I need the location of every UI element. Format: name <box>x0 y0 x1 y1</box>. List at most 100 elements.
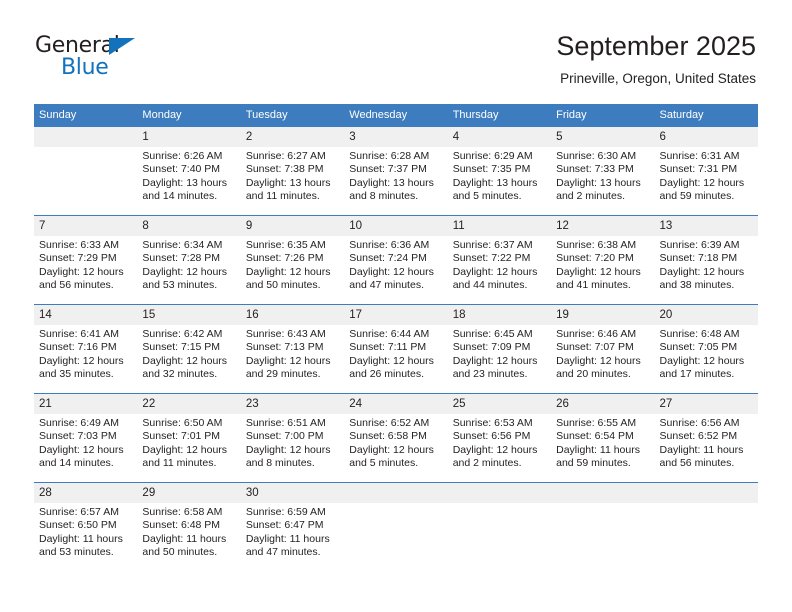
calendar-day-cell[interactable]: 14 Sunrise: 6:41 AM Sunset: 7:16 PM Dayligh… <box>34 304 138 394</box>
generalblue-logo[interactable]: General Blue <box>35 34 155 82</box>
day-number: 26 <box>551 394 655 414</box>
calendar-day-cell[interactable]: 24 Sunrise: 6:52 AM Sunset: 6:58 PM Dayligh… <box>344 393 448 483</box>
daylight-duration-line2: and 23 minutes. <box>452 368 528 381</box>
day-number: 5 <box>551 127 655 147</box>
calendar-day-cell[interactable]: 23 Sunrise: 6:51 AM Sunset: 7:00 PM Dayligh… <box>240 393 345 483</box>
daylight-duration-line1: Daylight: 12 hours <box>142 265 228 278</box>
calendar-day-cell[interactable]: 26 Sunrise: 6:55 AM Sunset: 6:54 PM Dayligh… <box>551 393 655 483</box>
day-number: 28 <box>34 483 138 503</box>
calendar-day-cell[interactable]: 15 Sunrise: 6:42 AM Sunset: 7:15 PM Dayligh… <box>137 304 241 394</box>
day-cell-inner: 6 Sunrise: 6:31 AM Sunset: 7:31 PM Daylight… <box>654 127 758 215</box>
daylight-duration-line2: and 56 minutes. <box>39 279 114 292</box>
calendar-day-cell[interactable]: 17 Sunrise: 6:44 AM Sunset: 7:11 PM Dayligh… <box>344 304 448 394</box>
sunrise-time: Sunrise: 6:39 AM <box>659 239 740 251</box>
calendar-day-cell[interactable]: 7 Sunrise: 6:33 AM Sunset: 7:29 PM Daylight… <box>34 215 138 305</box>
calendar-day-cell[interactable]: 1 Sunrise: 6:26 AM Sunset: 7:40 PM Daylight… <box>137 127 241 216</box>
calendar-day-cell[interactable]: 11 Sunrise: 6:37 AM Sunset: 7:22 PM Dayligh… <box>447 215 552 305</box>
sunrise-time: Sunrise: 6:29 AM <box>452 150 533 162</box>
day-sun-details: Sunrise: 6:34 AM Sunset: 7:28 PM Daylight:… <box>137 236 240 293</box>
calendar-day-cell[interactable]: 5 Sunrise: 6:30 AM Sunset: 7:33 PM Daylight… <box>551 127 655 216</box>
day-cell-inner: 28 Sunrise: 6:57 AM Sunset: 6:50 PM Dayligh… <box>34 483 138 571</box>
sunrise-time: Sunrise: 6:27 AM <box>245 150 326 162</box>
calendar-day-cell[interactable]: 9 Sunrise: 6:35 AM Sunset: 7:26 PM Daylight… <box>240 215 345 305</box>
day-sun-details: Sunrise: 6:30 AM Sunset: 7:33 PM Daylight:… <box>551 147 654 204</box>
day-number: 3 <box>344 127 448 147</box>
calendar-day-cell[interactable]: 8 Sunrise: 6:34 AM Sunset: 7:28 PM Daylight… <box>137 215 241 305</box>
daylight-duration-line1: Daylight: 12 hours <box>39 265 124 278</box>
day-sun-details: Sunrise: 6:45 AM Sunset: 7:09 PM Daylight:… <box>448 325 551 382</box>
calendar-day-cell[interactable]: 20 Sunrise: 6:48 AM Sunset: 7:05 PM Dayligh… <box>654 304 758 394</box>
day-number: 17 <box>344 305 448 325</box>
day-cell-inner <box>551 483 655 571</box>
day-cell-inner <box>447 483 552 571</box>
daylight-duration-line2: and 17 minutes. <box>659 368 735 381</box>
calendar-day-cell[interactable]: 25 Sunrise: 6:53 AM Sunset: 6:56 PM Dayligh… <box>447 393 552 483</box>
daylight-duration-line1: Daylight: 12 hours <box>142 354 228 367</box>
daylight-duration-line2: and 14 minutes. <box>39 457 114 470</box>
day-number: 10 <box>344 216 448 236</box>
calendar-day-cell[interactable]: 29 Sunrise: 6:58 AM Sunset: 6:48 PM Dayligh… <box>137 482 241 571</box>
calendar-day-cell[interactable]: 4 Sunrise: 6:29 AM Sunset: 7:35 PM Daylight… <box>447 127 552 216</box>
day-cell-inner: 9 Sunrise: 6:35 AM Sunset: 7:26 PM Daylight… <box>240 216 345 304</box>
day-sun-details: Sunrise: 6:35 AM Sunset: 7:26 PM Daylight:… <box>241 236 344 293</box>
day-number: 14 <box>34 305 138 325</box>
calendar-day-cell[interactable]: 22 Sunrise: 6:50 AM Sunset: 7:01 PM Dayligh… <box>137 393 241 483</box>
calendar-day-cell[interactable]: 18 Sunrise: 6:45 AM Sunset: 7:09 PM Dayligh… <box>447 304 552 394</box>
calendar-day-cell[interactable]: 6 Sunrise: 6:31 AM Sunset: 7:31 PM Daylight… <box>654 127 758 216</box>
calendar-day-cell[interactable]: 12 Sunrise: 6:38 AM Sunset: 7:20 PM Dayligh… <box>551 215 655 305</box>
calendar-day-cell[interactable]: 27 Sunrise: 6:56 AM Sunset: 6:52 PM Dayligh… <box>654 393 758 483</box>
day-cell-inner: 14 Sunrise: 6:41 AM Sunset: 7:16 PM Dayligh… <box>34 305 138 393</box>
day-cell-inner: 26 Sunrise: 6:55 AM Sunset: 6:54 PM Dayligh… <box>551 394 655 482</box>
weekday-header-saturday: Saturday <box>654 104 758 127</box>
day-number: 4 <box>447 127 552 147</box>
calendar-day-cell[interactable]: 30 Sunrise: 6:59 AM Sunset: 6:47 PM Dayligh… <box>240 482 345 571</box>
daylight-duration-line1: Daylight: 12 hours <box>142 443 228 456</box>
sunset-time: Sunset: 6:52 PM <box>659 430 738 443</box>
calendar-day-cell[interactable]: 16 Sunrise: 6:43 AM Sunset: 7:13 PM Dayligh… <box>240 304 345 394</box>
daylight-duration-line2: and 38 minutes. <box>659 279 735 292</box>
sunrise-time: Sunrise: 6:43 AM <box>245 328 326 340</box>
daylight-duration-line1: Daylight: 13 hours <box>452 176 538 189</box>
day-sun-details: Sunrise: 6:56 AM Sunset: 6:52 PM Daylight:… <box>655 414 758 471</box>
sunrise-time: Sunrise: 6:48 AM <box>659 328 740 340</box>
day-cell-inner <box>344 483 448 571</box>
day-cell-inner: 7 Sunrise: 6:33 AM Sunset: 7:29 PM Daylight… <box>34 216 138 304</box>
sunset-time: Sunset: 7:01 PM <box>142 430 221 443</box>
day-number: 18 <box>447 305 552 325</box>
calendar-week-row: 14 Sunrise: 6:41 AM Sunset: 7:16 PM Dayligh… <box>34 304 758 394</box>
sunset-time: Sunset: 7:05 PM <box>659 341 738 354</box>
page-title: September 2025 <box>556 31 756 61</box>
daylight-duration-line2: and 5 minutes. <box>452 190 522 203</box>
sunrise-time: Sunrise: 6:34 AM <box>142 239 223 251</box>
calendar-day-cell[interactable]: 19 Sunrise: 6:46 AM Sunset: 7:07 PM Dayligh… <box>551 304 655 394</box>
sunset-time: Sunset: 7:15 PM <box>142 341 221 354</box>
calendar-day-cell-empty <box>654 482 758 571</box>
calendar-day-cell[interactable]: 13 Sunrise: 6:39 AM Sunset: 7:18 PM Dayligh… <box>654 215 758 305</box>
day-cell-inner: 8 Sunrise: 6:34 AM Sunset: 7:28 PM Daylight… <box>137 216 241 304</box>
day-cell-inner: 4 Sunrise: 6:29 AM Sunset: 7:35 PM Daylight… <box>447 127 552 215</box>
day-sun-details: Sunrise: 6:36 AM Sunset: 7:24 PM Daylight:… <box>344 236 447 293</box>
sunset-time: Sunset: 7:29 PM <box>39 252 117 265</box>
sunrise-time: Sunrise: 6:53 AM <box>452 417 533 429</box>
sunset-time: Sunset: 7:20 PM <box>556 252 634 265</box>
sunset-time: Sunset: 7:22 PM <box>452 252 531 265</box>
daylight-duration-line1: Daylight: 12 hours <box>556 265 641 278</box>
daylight-duration-line2: and 2 minutes. <box>556 190 625 203</box>
sunset-time: Sunset: 7:24 PM <box>349 252 427 265</box>
sunrise-time: Sunrise: 6:50 AM <box>142 417 223 429</box>
sunset-time: Sunset: 7:37 PM <box>349 163 427 176</box>
day-sun-details: Sunrise: 6:26 AM Sunset: 7:40 PM Daylight:… <box>137 147 240 204</box>
calendar-day-cell[interactable]: 2 Sunrise: 6:27 AM Sunset: 7:38 PM Daylight… <box>240 127 345 216</box>
calendar-day-cell[interactable]: 28 Sunrise: 6:57 AM Sunset: 6:50 PM Dayligh… <box>34 482 138 571</box>
calendar-day-cell[interactable]: 3 Sunrise: 6:28 AM Sunset: 7:37 PM Daylight… <box>344 127 448 216</box>
day-cell-inner: 10 Sunrise: 6:36 AM Sunset: 7:24 PM Dayligh… <box>344 216 448 304</box>
daylight-duration-line2: and 2 minutes. <box>452 457 522 470</box>
calendar-day-cell[interactable]: 21 Sunrise: 6:49 AM Sunset: 7:03 PM Dayligh… <box>34 393 138 483</box>
calendar-day-cell[interactable]: 10 Sunrise: 6:36 AM Sunset: 7:24 PM Dayligh… <box>344 215 448 305</box>
day-cell-inner: 11 Sunrise: 6:37 AM Sunset: 7:22 PM Dayligh… <box>447 216 552 304</box>
daylight-duration-line1: Daylight: 11 hours <box>142 532 227 545</box>
sunrise-time: Sunrise: 6:57 AM <box>39 506 119 518</box>
daylight-duration-line2: and 14 minutes. <box>142 190 218 203</box>
calendar-body: 1 Sunrise: 6:26 AM Sunset: 7:40 PM Daylight… <box>34 127 758 571</box>
sunrise-time: Sunrise: 6:28 AM <box>349 150 430 162</box>
